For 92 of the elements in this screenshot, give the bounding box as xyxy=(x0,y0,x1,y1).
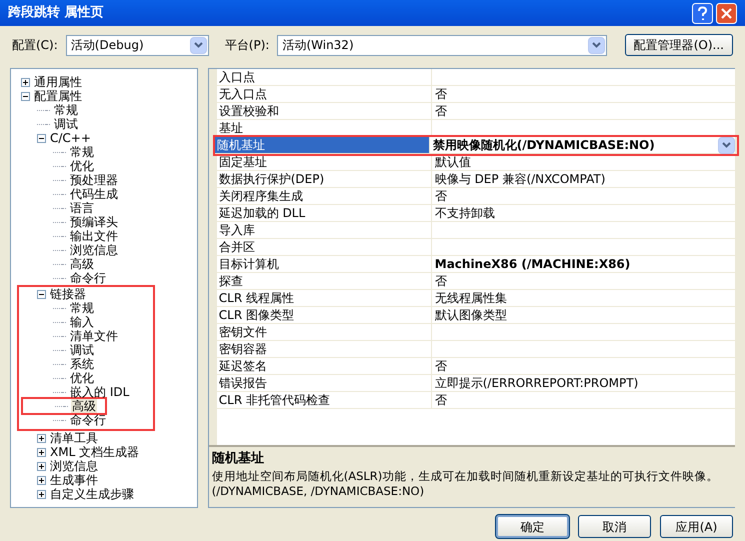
property-value[interactable]: 不支持卸载 xyxy=(434,205,495,221)
expand-icon[interactable] xyxy=(37,448,46,456)
description-title: 随机基址 xyxy=(212,450,265,468)
property-name[interactable]: 导入库 xyxy=(216,222,432,238)
property-name[interactable]: 合并区 xyxy=(216,239,432,255)
property-name[interactable]: 延迟签名 xyxy=(216,358,432,374)
expand-icon[interactable] xyxy=(21,78,30,86)
property-value[interactable]: 否 xyxy=(434,86,447,102)
tree-item[interactable]: 浏览信息 xyxy=(49,459,99,473)
expand-icon[interactable] xyxy=(37,490,46,498)
tree-item[interactable]: 优化 xyxy=(69,371,95,385)
property-name[interactable]: 错误报告 xyxy=(216,375,432,391)
tree-item[interactable]: 语言 xyxy=(69,201,95,215)
collapse-icon[interactable] xyxy=(37,134,46,142)
help-icon[interactable] xyxy=(692,2,713,24)
property-value[interactable]: 否 xyxy=(434,392,447,408)
tree-item[interactable]: 预处理器 xyxy=(69,173,119,187)
property-value[interactable]: 否 xyxy=(434,273,447,289)
tree-item[interactable]: 生成事件 xyxy=(49,473,99,487)
property-name[interactable]: 基址 xyxy=(216,120,432,136)
tree-item[interactable]: 清单文件 xyxy=(69,329,119,343)
close-icon[interactable] xyxy=(716,2,737,24)
caret-icon xyxy=(592,42,602,48)
tree-item[interactable]: 链接器 xyxy=(49,287,87,301)
property-name[interactable]: 密钥文件 xyxy=(216,324,432,340)
tree-item[interactable]: 输出文件 xyxy=(69,229,119,243)
property-name[interactable]: 延迟加载的 DLL xyxy=(216,205,432,221)
tree-item[interactable]: 输入 xyxy=(69,315,95,329)
property-value[interactable]: 否 xyxy=(434,358,447,374)
tree-item[interactable]: 配置属性 xyxy=(33,89,83,103)
dialog-button[interactable]: 确定 xyxy=(496,515,569,538)
tree-item[interactable]: 调试 xyxy=(53,117,79,131)
dropdown-field[interactable]: 活动(Win32) xyxy=(277,34,608,56)
tree-item[interactable]: 系统 xyxy=(69,357,95,371)
collapse-icon[interactable] xyxy=(21,92,30,100)
property-value[interactable]: 默认值 xyxy=(434,154,471,170)
property-name[interactable]: 设置校验和 xyxy=(216,103,432,119)
property-value[interactable]: 默认图像类型 xyxy=(434,307,507,323)
tree-item[interactable]: 嵌入的 IDL xyxy=(69,385,130,399)
dropdown-button[interactable] xyxy=(718,136,735,154)
window-title: 跨段跳转 属性页 xyxy=(8,4,104,22)
caret-icon xyxy=(722,142,731,148)
tree-item[interactable]: 高级 xyxy=(71,399,97,413)
property-name[interactable]: 入口点 xyxy=(216,69,432,85)
config-label: 配置(C): xyxy=(12,37,58,54)
property-name[interactable]: 数据执行保护(DEP) xyxy=(216,171,432,187)
expand-icon[interactable] xyxy=(37,434,46,442)
property-name[interactable]: CLR 图像类型 xyxy=(216,307,432,323)
dropdown-button[interactable] xyxy=(588,36,606,54)
property-name[interactable]: CLR 线程属性 xyxy=(216,290,432,306)
tree-item[interactable]: 高级 xyxy=(69,257,95,271)
property-name[interactable]: 关闭程序集生成 xyxy=(216,188,432,204)
property-name[interactable]: CLR 非托管代码检查 xyxy=(216,392,432,408)
tree-item[interactable]: 常规 xyxy=(69,145,95,159)
config-manager-button[interactable]: 配置管理器(O)... xyxy=(624,34,733,56)
tree-item[interactable]: XML 文档生成器 xyxy=(49,445,140,459)
property-value[interactable]: MachineX86 (/MACHINE:X86) xyxy=(434,256,630,272)
tree-item[interactable]: 代码生成 xyxy=(69,187,119,201)
property-value[interactable]: 否 xyxy=(434,188,447,204)
property-name[interactable]: 目标计算机 xyxy=(216,256,432,272)
property-value[interactable]: 无线程属性集 xyxy=(434,290,507,306)
property-name[interactable]: 探查 xyxy=(216,273,432,289)
tree-item[interactable]: 浏览信息 xyxy=(69,243,119,257)
tree-item[interactable]: 通用属性 xyxy=(33,75,83,89)
tree-item[interactable]: 自定义生成步骤 xyxy=(49,487,135,501)
tree-item[interactable]: C/C++ xyxy=(49,131,92,145)
property-value[interactable]: 否 xyxy=(434,103,447,119)
dropdown-field[interactable]: 活动(Debug) xyxy=(66,34,209,56)
property-value[interactable]: 立即提示(/ERRORREPORT:PROMPT) xyxy=(434,375,638,391)
tree-item[interactable]: 调试 xyxy=(69,343,95,357)
tree-item[interactable]: 优化 xyxy=(69,159,95,173)
tree-item[interactable]: 命令行 xyxy=(69,413,107,427)
dialog-button[interactable]: 应用(A) xyxy=(660,515,733,538)
dialog-button[interactable]: 取消 xyxy=(578,515,651,538)
platform-label: 平台(P): xyxy=(224,37,270,54)
tree-item[interactable]: 常规 xyxy=(69,301,95,315)
tree-item[interactable]: 常规 xyxy=(53,103,79,117)
property-value[interactable]: 映像与 DEP 兼容(/NXCOMPAT) xyxy=(434,171,606,187)
property-name[interactable]: 固定基址 xyxy=(216,154,432,170)
description-text: 使用地址空间布局随机化(ASLR)功能，生成可在加载时间随机重新设定基址的可执行文件映像。(/DYNAMICBASE, /DYNAMICBASE:NO) xyxy=(212,468,720,498)
expand-icon[interactable] xyxy=(37,462,46,470)
collapse-icon[interactable] xyxy=(37,290,46,298)
caret-icon xyxy=(194,42,203,48)
tree-item[interactable]: 清单工具 xyxy=(49,431,99,445)
dropdown-button[interactable] xyxy=(190,36,207,54)
property-name[interactable]: 无入口点 xyxy=(216,86,432,102)
property-name[interactable]: 密钥容器 xyxy=(216,341,432,357)
tree-item[interactable]: 预编译头 xyxy=(69,215,119,229)
tree-item[interactable]: 命令行 xyxy=(69,271,107,285)
expand-icon[interactable] xyxy=(37,476,46,484)
property-name[interactable]: 随机基址 xyxy=(214,137,430,153)
property-value[interactable]: 禁用映像随机化(/DYNAMICBASE:NO) xyxy=(432,137,655,153)
